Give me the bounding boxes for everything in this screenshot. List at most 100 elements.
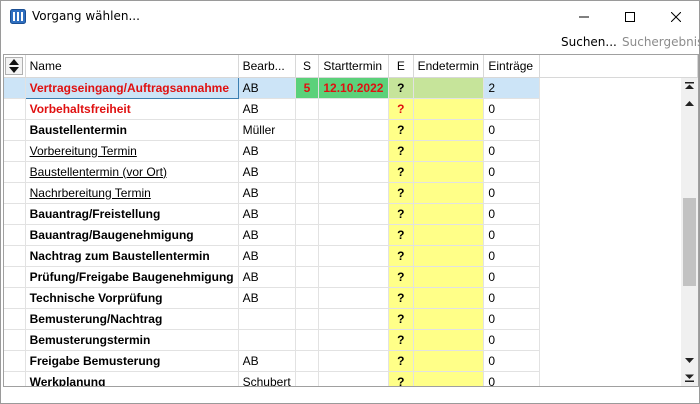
row-starttermin[interactable] [318, 98, 390, 120]
scroll-bottom-button[interactable] [681, 369, 698, 386]
row-bearbeiter[interactable]: AB [238, 182, 296, 204]
row-bearbeiter[interactable]: AB [238, 98, 296, 120]
row-name[interactable]: Vorbehaltsfreiheit [25, 98, 239, 120]
row-e[interactable]: ? [388, 329, 414, 351]
row-status[interactable] [295, 245, 320, 267]
row-bearbeiter[interactable]: AB [238, 287, 296, 309]
row-starttermin[interactable] [318, 329, 390, 351]
row-bearbeiter[interactable]: Schubert [238, 371, 296, 386]
row-status[interactable] [295, 119, 320, 141]
row-eintraege[interactable]: 0 [483, 224, 540, 246]
row-status[interactable] [295, 287, 320, 309]
row-endetermin[interactable] [413, 119, 485, 141]
row-eintraege[interactable]: 0 [483, 161, 540, 183]
row-name[interactable]: Vertragseingang/Auftragsannahme [24, 76, 239, 99]
scroll-top-button[interactable] [681, 78, 698, 95]
row-endetermin[interactable] [413, 371, 485, 386]
vertical-scrollbar[interactable] [681, 78, 698, 386]
row-e[interactable]: ? [388, 203, 414, 225]
row-eintraege[interactable]: 0 [483, 119, 540, 141]
column-header-endetermin[interactable]: Endetermin [413, 55, 485, 78]
row-starttermin[interactable] [318, 245, 390, 267]
row-e[interactable]: ? [388, 98, 414, 120]
row-eintraege[interactable]: 0 [483, 266, 540, 288]
table-row[interactable]: Baustellentermin Müller ? 0 [4, 119, 698, 141]
row-status[interactable] [295, 329, 320, 351]
row-eintraege[interactable]: 0 [483, 203, 540, 225]
table-row[interactable]: Freigabe Bemusterung AB ? 0 [4, 350, 698, 372]
table-row[interactable]: Werkplanung Schubert ? 0 [4, 371, 698, 386]
table-row[interactable]: Bemusterung/Nachtrag ? 0 [4, 308, 698, 330]
row-e[interactable]: ? [388, 182, 414, 204]
row-status[interactable] [295, 308, 320, 330]
table-row[interactable]: Nachtrag zum Baustellentermin AB ? 0 [4, 245, 698, 267]
row-name[interactable]: Prüfung/Freigabe Baugenehmigung [25, 266, 239, 288]
row-eintraege[interactable]: 0 [483, 182, 540, 204]
row-name[interactable]: Baustellentermin (vor Ort) [25, 161, 239, 183]
row-endetermin[interactable] [413, 161, 485, 183]
row-name[interactable]: Bauantrag/Freistellung [25, 203, 239, 225]
row-e[interactable]: ? [388, 245, 414, 267]
column-header-eintraege[interactable]: Einträge [483, 55, 540, 78]
row-bearbeiter[interactable]: Müller [238, 119, 296, 141]
row-endetermin[interactable] [413, 308, 485, 330]
row-e[interactable]: ? [388, 77, 414, 99]
row-status[interactable] [295, 98, 320, 120]
table-row[interactable]: Bauantrag/Freistellung AB ? 0 [4, 203, 698, 225]
row-status[interactable]: 5 [295, 77, 320, 99]
row-endetermin[interactable] [413, 224, 485, 246]
row-bearbeiter[interactable] [238, 329, 296, 351]
row-starttermin[interactable] [318, 266, 390, 288]
row-status[interactable] [295, 266, 320, 288]
sort-updown-icon[interactable] [5, 56, 24, 75]
row-e[interactable]: ? [388, 266, 414, 288]
column-header-status[interactable]: S [295, 55, 320, 78]
row-e[interactable]: ? [388, 350, 414, 372]
row-starttermin[interactable] [318, 308, 390, 330]
row-starttermin[interactable] [318, 224, 390, 246]
row-e[interactable]: ? [388, 371, 414, 386]
scroll-down-button[interactable] [681, 352, 698, 369]
column-header-starttermin[interactable]: Starttermin [318, 55, 390, 78]
close-button[interactable] [653, 1, 699, 32]
row-status[interactable] [295, 161, 320, 183]
minimize-button[interactable] [561, 1, 607, 32]
row-name[interactable]: Nachrbereitung Termin [25, 182, 239, 204]
scroll-up-button[interactable] [681, 95, 698, 112]
row-name[interactable]: Technische Vorprüfung [25, 287, 239, 309]
maximize-button[interactable] [607, 1, 653, 32]
row-name[interactable]: Werkplanung [25, 371, 239, 386]
row-starttermin[interactable] [318, 140, 390, 162]
row-starttermin[interactable] [318, 371, 390, 386]
row-starttermin[interactable] [318, 161, 390, 183]
row-status[interactable] [295, 140, 320, 162]
row-bearbeiter[interactable]: AB [238, 161, 296, 183]
row-bearbeiter[interactable]: AB [238, 77, 296, 99]
row-bearbeiter[interactable]: AB [238, 266, 296, 288]
row-status[interactable] [295, 182, 320, 204]
row-e[interactable]: ? [388, 308, 414, 330]
row-endetermin[interactable] [413, 182, 485, 204]
row-bearbeiter[interactable]: AB [238, 350, 296, 372]
scrollbar-thumb[interactable] [683, 198, 696, 286]
row-endetermin[interactable] [413, 329, 485, 351]
row-starttermin[interactable] [318, 350, 390, 372]
table-row-selected[interactable]: Vertragseingang/Auftragsannahme AB 5 12.… [4, 76, 698, 99]
row-bearbeiter[interactable]: AB [238, 224, 296, 246]
row-starttermin[interactable]: 12.10.2022 [318, 77, 390, 99]
search-link[interactable]: Suchen... [561, 35, 617, 49]
table-row[interactable]: Vorbehaltsfreiheit AB ? 0 [4, 98, 698, 120]
row-endetermin[interactable] [413, 350, 485, 372]
column-header-name[interactable]: Name [25, 55, 239, 78]
row-bearbeiter[interactable]: AB [238, 245, 296, 267]
row-starttermin[interactable] [318, 203, 390, 225]
row-eintraege[interactable]: 2 [483, 77, 540, 99]
row-endetermin[interactable] [413, 140, 485, 162]
row-bearbeiter[interactable]: AB [238, 140, 296, 162]
row-endetermin[interactable] [413, 77, 485, 99]
row-e[interactable]: ? [388, 161, 414, 183]
row-eintraege[interactable]: 0 [483, 329, 540, 351]
table-row[interactable]: Baustellentermin (vor Ort) AB ? 0 [4, 161, 698, 183]
row-e[interactable]: ? [388, 140, 414, 162]
row-e[interactable]: ? [388, 224, 414, 246]
